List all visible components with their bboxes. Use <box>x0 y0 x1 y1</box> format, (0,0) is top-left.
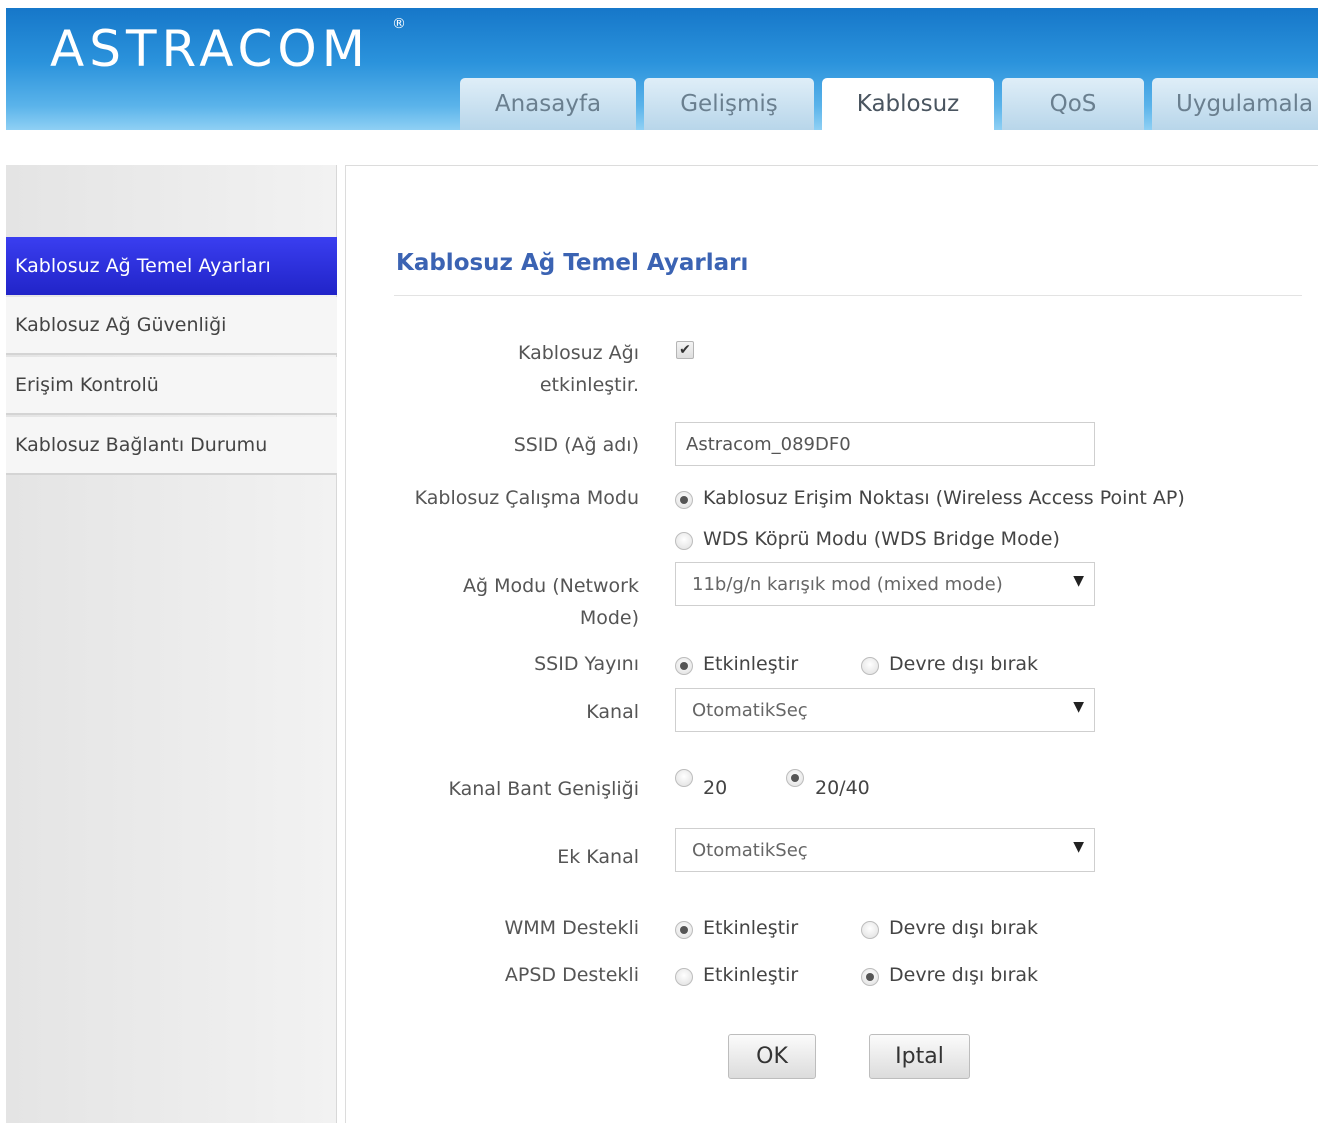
wmm-disable-label: Devre dışı bırak <box>889 917 1039 939</box>
apsd-label: APSD Destekli <box>504 964 639 986</box>
tab-anasayfa[interactable]: Anasayfa <box>460 78 636 130</box>
tab-qos[interactable]: QoS <box>1002 78 1144 130</box>
tab-uygulamalar[interactable]: Uygulamala <box>1152 78 1318 130</box>
apsd-disable-radio[interactable] <box>861 968 879 986</box>
ssid-input[interactable] <box>675 422 1095 466</box>
ext-channel-select[interactable]: OtomatikSeç ▼ <box>675 828 1095 872</box>
bandwidth-20-40-label: 20/40 <box>815 777 870 799</box>
work-mode-label: Kablosuz Çalışma Modu <box>414 487 639 509</box>
sidebar-item-connection-status[interactable]: Kablosuz Bağlantı Durumu <box>6 417 337 475</box>
work-mode-wds-radio[interactable] <box>675 532 693 550</box>
enable-wireless-label: Kablosuz Ağı etkinleştir. <box>517 342 639 396</box>
ext-channel-label: Ek Kanal <box>557 846 639 868</box>
dropdown-arrow-icon: ▼ <box>1073 839 1084 855</box>
work-mode-ap-label: Kablosuz Erişim Noktası (Wireless Access… <box>703 487 1185 509</box>
network-mode-label: Ağ Modu (Network Mode) <box>462 575 639 629</box>
top-nav-tabs: Anasayfa Gelişmiş Kablosuz QoS Uygulamal… <box>460 78 1318 130</box>
ssid-label: SSID (Ağ adı) <box>513 434 639 456</box>
bandwidth-label: Kanal Bant Genişliği <box>448 778 639 800</box>
ssid-broadcast-disable-label: Devre dışı bırak <box>889 653 1039 675</box>
sidebar-item-access-control[interactable]: Erişim Kontrolü <box>6 357 337 415</box>
registered-mark: ® <box>392 16 406 32</box>
ssid-broadcast-disable-radio[interactable] <box>861 657 879 675</box>
enable-wireless-checkbox[interactable]: ✔ <box>676 341 694 359</box>
page-title: Kablosuz Ağ Temel Ayarları <box>396 250 749 276</box>
title-divider <box>394 295 1302 296</box>
cancel-button[interactable]: Iptal <box>869 1034 970 1079</box>
wmm-disable-radio[interactable] <box>861 921 879 939</box>
bandwidth-20-40-radio[interactable] <box>786 769 804 787</box>
sidebar: Kablosuz Ağ Temel Ayarları Kablosuz Ağ G… <box>6 165 337 1123</box>
astracom-logo: ASTRACOM <box>50 20 370 78</box>
network-mode-select[interactable]: 11b/g/n karışık mod (mixed mode) ▼ <box>675 562 1095 606</box>
header-banner: ASTRACOM ® Anasayfa Gelişmiş Kablosuz Qo… <box>6 8 1318 130</box>
dropdown-arrow-icon: ▼ <box>1073 699 1084 715</box>
wmm-enable-label: Etkinleştir <box>703 917 799 939</box>
sidebar-item-security[interactable]: Kablosuz Ağ Güvenliği <box>6 297 337 355</box>
tab-kablosuz[interactable]: Kablosuz <box>822 78 994 130</box>
checkmark-icon: ✔ <box>679 342 691 358</box>
bandwidth-20-label: 20 <box>703 777 728 799</box>
wmm-label: WMM Destekli <box>504 917 639 939</box>
work-mode-wds-label: WDS Köprü Modu (WDS Bridge Mode) <box>703 528 1060 550</box>
ssid-broadcast-enable-label: Etkinleştir <box>703 653 799 675</box>
wmm-enable-radio[interactable] <box>675 921 693 939</box>
sidebar-item-basic-settings[interactable]: Kablosuz Ağ Temel Ayarları <box>6 237 337 295</box>
ssid-broadcast-enable-radio[interactable] <box>675 657 693 675</box>
channel-select[interactable]: OtomatikSeç ▼ <box>675 688 1095 732</box>
dropdown-arrow-icon: ▼ <box>1073 573 1084 589</box>
apsd-disable-label: Devre dışı bırak <box>889 964 1039 986</box>
apsd-enable-radio[interactable] <box>675 968 693 986</box>
main-panel: Kablosuz Ağ Temel Ayarları Kablosuz Ağı … <box>345 165 1318 1123</box>
channel-label: Kanal <box>586 701 639 723</box>
work-mode-ap-radio[interactable] <box>675 491 693 509</box>
apsd-enable-label: Etkinleştir <box>703 964 799 986</box>
bandwidth-20-radio[interactable] <box>675 769 693 787</box>
tab-gelismis[interactable]: Gelişmiş <box>644 78 814 130</box>
ssid-broadcast-label: SSID Yayını <box>534 653 639 675</box>
ok-button[interactable]: OK <box>728 1034 816 1079</box>
